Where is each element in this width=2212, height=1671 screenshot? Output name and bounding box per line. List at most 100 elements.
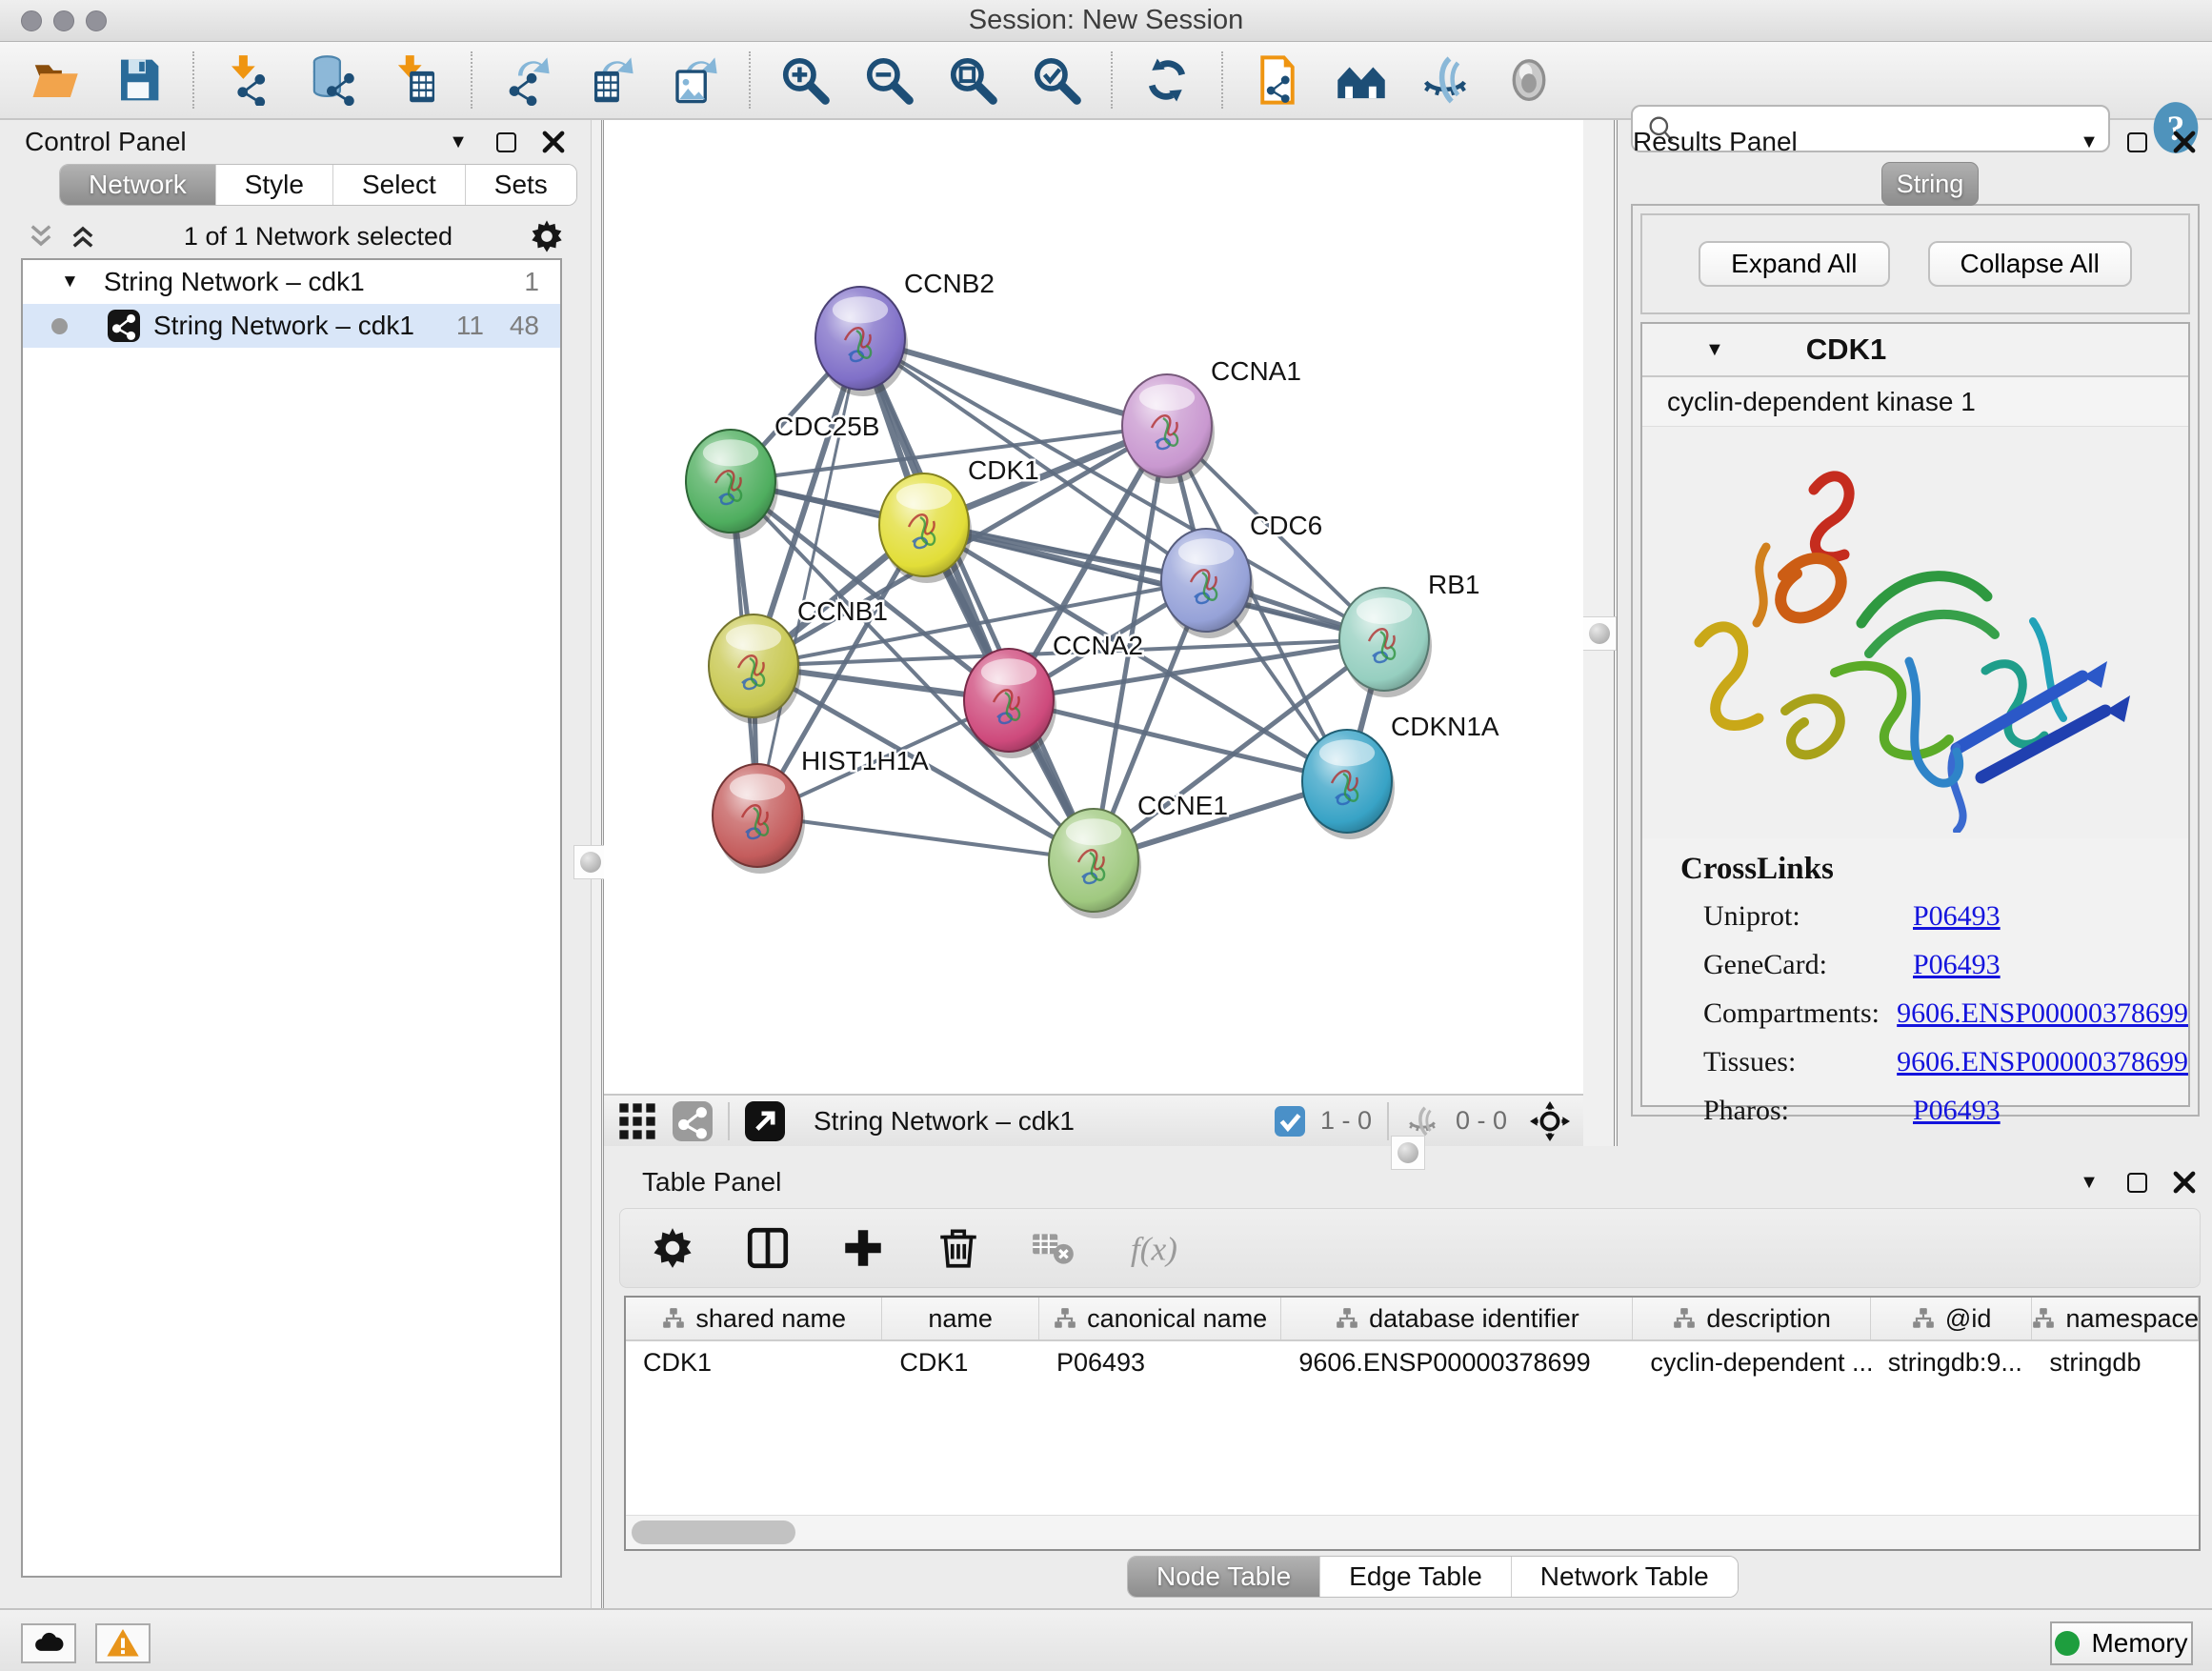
tab-select[interactable]: Select xyxy=(333,165,466,205)
node-label-CCNA2: CCNA2 xyxy=(1053,631,1143,660)
network-canvas[interactable]: CCNB2CCNA1CDC25BCDK1CDC6RB1CCNB1CCNA2CDK… xyxy=(604,120,1583,1094)
table-cell[interactable]: 9606.ENSP00000378699 xyxy=(1281,1341,1633,1383)
zoom-in-button[interactable] xyxy=(777,52,833,108)
column-header-@id[interactable]: @id xyxy=(1871,1298,2033,1339)
table-cell[interactable]: stringdb:9... xyxy=(1871,1341,2033,1383)
table-panel-maximize-button[interactable] xyxy=(2124,1170,2149,1195)
table-cell[interactable]: P06493 xyxy=(1039,1341,1281,1383)
network-options-gear-icon[interactable] xyxy=(528,217,566,255)
view-grid-mode-button[interactable] xyxy=(617,1101,657,1141)
node-CCNE1[interactable]: CCNE1 xyxy=(1049,791,1228,918)
node-CCNA1[interactable]: CCNA1 xyxy=(1122,356,1301,484)
results-panel-close-button[interactable] xyxy=(2172,130,2197,154)
table-cell[interactable]: CDK1 xyxy=(626,1341,882,1383)
zoom-fit-button[interactable] xyxy=(945,52,1000,108)
string-home-button[interactable] xyxy=(1334,52,1389,108)
control-panel-close-button[interactable] xyxy=(541,130,566,154)
detach-view-button[interactable] xyxy=(745,1101,785,1141)
table-cell[interactable]: stringdb xyxy=(2032,1341,2199,1383)
import-network-file-button[interactable] xyxy=(221,52,276,108)
tab-sets[interactable]: Sets xyxy=(466,165,576,205)
crosslink-label: Pharos: xyxy=(1703,1095,1913,1127)
crosslink-row: GeneCard:P06493 xyxy=(1703,949,2188,981)
tab-style[interactable]: Style xyxy=(216,165,333,205)
tab-string[interactable]: String xyxy=(1881,162,1979,206)
results-panel-float-button[interactable]: ▼ xyxy=(2077,130,2101,154)
hidden-eye-icon[interactable] xyxy=(1404,1105,1440,1137)
network-row[interactable]: String Network – cdk1 11 48 xyxy=(23,304,560,348)
create-column-button[interactable] xyxy=(839,1224,887,1272)
column-header-database-identifier[interactable]: database identifier xyxy=(1281,1298,1633,1339)
apply-preferred-layout-button[interactable] xyxy=(1139,52,1195,108)
crosslink-value-link[interactable]: P06493 xyxy=(1913,949,2001,981)
table-panel-float-button[interactable]: ▼ xyxy=(2077,1170,2101,1195)
selected-checkbox-icon[interactable] xyxy=(1275,1106,1305,1137)
memory-button[interactable]: Memory xyxy=(2050,1621,2193,1665)
delete-table-button xyxy=(1030,1224,1077,1272)
tab-node-table[interactable]: Node Table xyxy=(1128,1557,1320,1597)
crosslinks-block: CrossLinks Uniprot:P06493GeneCard:P06493… xyxy=(1642,838,2188,1127)
crosslink-value-link[interactable]: P06493 xyxy=(1913,900,2001,933)
crosslink-label: Uniprot: xyxy=(1703,900,1913,933)
column-header-description[interactable]: description xyxy=(1633,1298,1870,1339)
view-network-badge-button[interactable] xyxy=(673,1101,713,1141)
table-cell[interactable]: CDK1 xyxy=(882,1341,1039,1383)
section-expander-icon[interactable]: ▼ xyxy=(1705,339,1724,361)
save-session-button[interactable] xyxy=(111,52,166,108)
node-CDK1[interactable]: CDK1 xyxy=(879,455,1039,583)
hide-graphics-button[interactable] xyxy=(1418,52,1473,108)
table-settings-button[interactable] xyxy=(649,1224,696,1272)
column-header-namespace[interactable]: namespace xyxy=(2032,1298,2199,1339)
table-cell[interactable]: cyclin-dependent ... xyxy=(1633,1341,1870,1383)
crosslink-value-link[interactable]: P06493 xyxy=(1913,1095,2001,1127)
zoom-selected-button[interactable] xyxy=(1029,52,1084,108)
import-network-database-button[interactable] xyxy=(305,52,360,108)
table-horizontal-scrollbar[interactable] xyxy=(626,1515,2199,1549)
collapse-all-networks-icon[interactable] xyxy=(25,222,57,251)
crosslink-value-link[interactable]: 9606.ENSP00000378699 xyxy=(1897,997,2188,1030)
network-collection-row[interactable]: ▼ String Network – cdk1 1 xyxy=(23,260,560,304)
tab-edge-table[interactable]: Edge Table xyxy=(1320,1557,1512,1597)
string-import-button[interactable] xyxy=(1250,52,1305,108)
tab-network-table[interactable]: Network Table xyxy=(1512,1557,1738,1597)
table-panel-close-button[interactable] xyxy=(2172,1170,2197,1195)
cloud-button[interactable] xyxy=(21,1623,76,1663)
show-graphics-button[interactable] xyxy=(1501,52,1557,108)
gene-section-header[interactable]: ▼ CDK1 xyxy=(1642,324,2188,377)
delete-columns-button[interactable] xyxy=(935,1224,982,1272)
collapse-all-button[interactable]: Collapse All xyxy=(1928,241,2132,287)
main-toolbar: ? xyxy=(0,42,2212,120)
import-table-button[interactable] xyxy=(389,52,444,108)
node-CCNB2[interactable]: CCNB2 xyxy=(815,269,995,396)
export-table-button[interactable] xyxy=(583,52,638,108)
scrollbar-thumb[interactable] xyxy=(632,1520,795,1544)
export-network-button[interactable] xyxy=(499,52,554,108)
column-header-shared-name[interactable]: shared name xyxy=(626,1298,882,1339)
node-RB1[interactable]: RB1 xyxy=(1339,570,1479,697)
splitter-handle[interactable] xyxy=(573,845,608,879)
table-row[interactable]: CDK1CDK1P064939606.ENSP00000378699cyclin… xyxy=(626,1341,2199,1383)
node-label-CCNB2: CCNB2 xyxy=(904,269,995,298)
expand-all-button[interactable]: Expand All xyxy=(1699,241,1889,287)
node-CDKN1A[interactable]: CDKN1A xyxy=(1302,712,1499,839)
tab-network[interactable]: Network xyxy=(60,165,216,205)
control-panel-float-button[interactable]: ▼ xyxy=(446,130,471,154)
fit-content-crosshair-icon[interactable] xyxy=(1530,1101,1570,1141)
expand-all-networks-icon[interactable] xyxy=(67,222,99,251)
crosslink-value-link[interactable]: 9606.ENSP00000378699 xyxy=(1897,1046,2188,1078)
control-panel-maximize-button[interactable] xyxy=(493,130,518,154)
tree-expander-icon[interactable]: ▼ xyxy=(61,272,79,292)
export-image-button[interactable] xyxy=(667,52,722,108)
zoom-out-button[interactable] xyxy=(861,52,916,108)
column-header-name[interactable]: name xyxy=(882,1298,1039,1339)
node-label-CCNA1: CCNA1 xyxy=(1211,356,1301,386)
memory-label: Memory xyxy=(2091,1628,2187,1659)
column-header-canonical-name[interactable]: canonical name xyxy=(1039,1298,1281,1339)
warning-button[interactable] xyxy=(95,1623,151,1663)
splitter-handle[interactable] xyxy=(1391,1136,1425,1170)
open-session-button[interactable] xyxy=(27,52,82,108)
splitter-handle[interactable] xyxy=(1582,616,1617,651)
show-columns-button[interactable] xyxy=(744,1224,792,1272)
results-panel-maximize-button[interactable] xyxy=(2124,130,2149,154)
node-HIST1H1A[interactable]: HIST1H1A xyxy=(713,746,929,874)
